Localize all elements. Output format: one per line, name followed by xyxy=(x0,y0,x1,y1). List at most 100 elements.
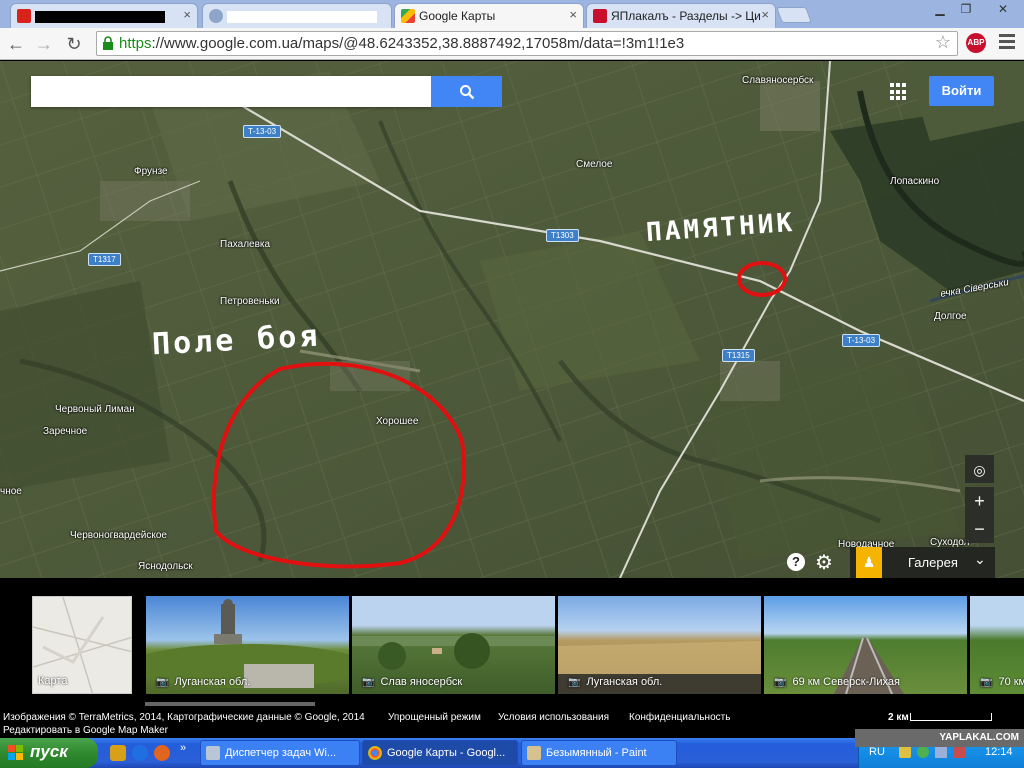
start-label: пуск xyxy=(30,742,68,761)
map-mode-thumbnail[interactable]: Карта xyxy=(32,596,132,694)
quicklaunch-expand-icon[interactable]: » xyxy=(180,742,186,754)
quicklaunch-crown-icon[interactable] xyxy=(110,745,126,761)
tray-app-icon[interactable] xyxy=(953,746,965,758)
redacted-tab-title xyxy=(35,10,165,23)
place-label[interactable]: Пахалевка xyxy=(220,239,270,250)
lock-icon xyxy=(103,36,113,50)
clock[interactable]: 12:14 xyxy=(985,746,1013,758)
place-label[interactable]: Фрунзе xyxy=(134,166,168,177)
browser-tab-google-maps[interactable]: Google Карты × xyxy=(394,3,584,28)
photo-caption: 📷 Луганская обл. xyxy=(568,676,663,688)
photo-thumbnail[interactable]: 📷 Слав яносербск xyxy=(352,596,555,694)
road-badge: Т1317 xyxy=(88,253,121,266)
location-target-icon: ◎ xyxy=(973,462,986,478)
gallery-toggle[interactable]: ♟ Галерея ⌄ xyxy=(850,547,995,578)
camera-icon: 📷 xyxy=(156,677,169,688)
map-mode-label: Карта xyxy=(38,675,68,687)
windows-flag-icon xyxy=(8,745,23,760)
bookmark-star-icon[interactable]: ☆ xyxy=(935,32,951,53)
chrome-menu-icon[interactable] xyxy=(999,34,1015,52)
place-label[interactable]: Хорошее xyxy=(376,416,418,427)
camera-icon: 📷 xyxy=(980,677,993,688)
tab-title: Google Карты xyxy=(419,9,496,23)
help-icon[interactable]: ? xyxy=(787,553,805,571)
photo-caption: 📷 70 км xyxy=(980,676,1024,688)
chrome-icon xyxy=(368,746,382,760)
photo-thumbnail[interactable]: 📷 Луганская обл. xyxy=(146,596,349,694)
url-scheme: https xyxy=(119,35,152,52)
google-maps-icon xyxy=(401,9,415,23)
photo-thumbnail[interactable]: 📷 70 км xyxy=(970,596,1024,694)
scale-bar xyxy=(910,713,992,721)
close-tab-icon[interactable]: × xyxy=(569,7,577,22)
photo-caption: 📷 Луганская обл. xyxy=(156,676,251,688)
address-bar[interactable]: https://www.google.com.ua/maps/@48.62433… xyxy=(96,31,958,56)
quicklaunch-ie-icon[interactable] xyxy=(132,745,148,761)
road-badge: Т-13-03 xyxy=(842,334,881,347)
place-label[interactable]: Петровеньки xyxy=(220,296,280,307)
sign-in-button[interactable]: Войти xyxy=(929,76,994,106)
scale-label[interactable]: 2 км xyxy=(888,712,909,723)
road-badge: Т-13-03 xyxy=(243,125,282,138)
url-text: ://www.google.com.ua/maps/@48.6243352,38… xyxy=(151,35,685,52)
browser-toolbar: ← → ↻ https://www.google.com.ua/maps/@48… xyxy=(0,28,1024,60)
place-label[interactable]: Лопаскино xyxy=(890,176,939,187)
photo-thumbnail[interactable]: 📷 Луганская обл. xyxy=(558,596,761,694)
tray-app-icon[interactable] xyxy=(917,746,929,758)
place-label[interactable]: Долгое xyxy=(934,311,967,322)
new-tab-button[interactable] xyxy=(776,7,812,23)
loading-icon xyxy=(209,9,223,23)
photo-strip: Карта 📷 Луганская обл. 📷 Слав яносербск 📷 Л… xyxy=(0,578,1024,708)
browser-tab-1[interactable]: × xyxy=(10,3,198,28)
maximize-window-icon[interactable]: ❐ xyxy=(954,1,978,17)
zoom-out-button[interactable]: − xyxy=(965,515,994,543)
network-icon[interactable] xyxy=(935,746,947,758)
taskbar-button[interactable]: Безымянный - Paint xyxy=(521,740,677,766)
place-label[interactable]: Славяносербск xyxy=(742,75,813,86)
forward-arrow-icon[interactable]: → xyxy=(32,32,56,56)
photo-strip-scrollbar[interactable] xyxy=(145,702,315,706)
simple-mode-link[interactable]: Упрощенный режим xyxy=(388,712,481,723)
browser-tab-strip: × Google Карты × ЯПлакалъ - Разделы -> Ц… xyxy=(0,0,1024,28)
back-arrow-icon[interactable]: ← xyxy=(4,32,28,56)
search-icon xyxy=(459,84,474,100)
map-search-input[interactable] xyxy=(31,76,431,107)
minimize-window-icon[interactable]: ▁ xyxy=(928,1,952,17)
my-location-button[interactable]: ◎ xyxy=(965,455,994,483)
search-button[interactable] xyxy=(431,76,502,107)
reload-icon[interactable]: ↻ xyxy=(62,32,86,56)
tab-title: ЯПлакалъ - Разделы -> Ци xyxy=(611,9,761,23)
taskbar-button[interactable]: Диспетчер задач Wi... xyxy=(200,740,360,766)
mapmaker-link[interactable]: Редактировать в Google Map Maker xyxy=(3,725,168,736)
camera-icon: 📷 xyxy=(362,677,375,688)
place-label[interactable]: Заречное xyxy=(43,426,87,437)
close-tab-icon[interactable]: × xyxy=(761,7,769,22)
camera-icon: 📷 xyxy=(568,677,581,688)
start-button[interactable]: пуск xyxy=(0,738,98,768)
place-label[interactable]: Червоногвардейское xyxy=(70,530,167,541)
taskbar-button[interactable]: Google Карты - Googl... xyxy=(362,740,518,766)
pegman-icon[interactable]: ♟ xyxy=(856,547,882,578)
place-label[interactable]: Смелое xyxy=(576,159,612,170)
photo-caption: 📷 69 км Северск-Лихая xyxy=(774,676,900,688)
browser-tab-2[interactable] xyxy=(202,3,392,28)
photo-thumbnail[interactable]: 📷 69 км Северск-Лихая xyxy=(764,596,967,694)
place-label[interactable]: Червоный Лиман xyxy=(55,404,135,415)
place-label[interactable]: Яснодольск xyxy=(138,561,193,572)
language-indicator[interactable]: RU xyxy=(869,746,885,758)
collapse-chevron-icon[interactable]: ⌄ xyxy=(974,551,986,568)
satellite-map[interactable]: Славяносербск Фрунзе Смелое Лопаскино Па… xyxy=(0,61,1024,578)
quicklaunch-firefox-icon[interactable] xyxy=(154,745,170,761)
satellite-imagery xyxy=(0,61,1024,578)
close-window-icon[interactable]: ✕ xyxy=(986,1,1020,17)
gear-icon[interactable]: ⚙ xyxy=(815,550,833,575)
terms-link[interactable]: Условия использования xyxy=(498,712,609,723)
place-label[interactable]: чное xyxy=(0,486,22,497)
tray-app-icon[interactable] xyxy=(899,746,911,758)
browser-tab-yaplakal[interactable]: ЯПлакалъ - Разделы -> Ци × xyxy=(586,3,776,28)
close-tab-icon[interactable]: × xyxy=(183,7,191,22)
zoom-in-button[interactable]: + xyxy=(965,487,994,515)
adblock-plus-icon[interactable]: ABP xyxy=(966,33,986,53)
apps-grid-icon[interactable] xyxy=(890,83,908,101)
privacy-link[interactable]: Конфиденциальность xyxy=(629,712,730,723)
